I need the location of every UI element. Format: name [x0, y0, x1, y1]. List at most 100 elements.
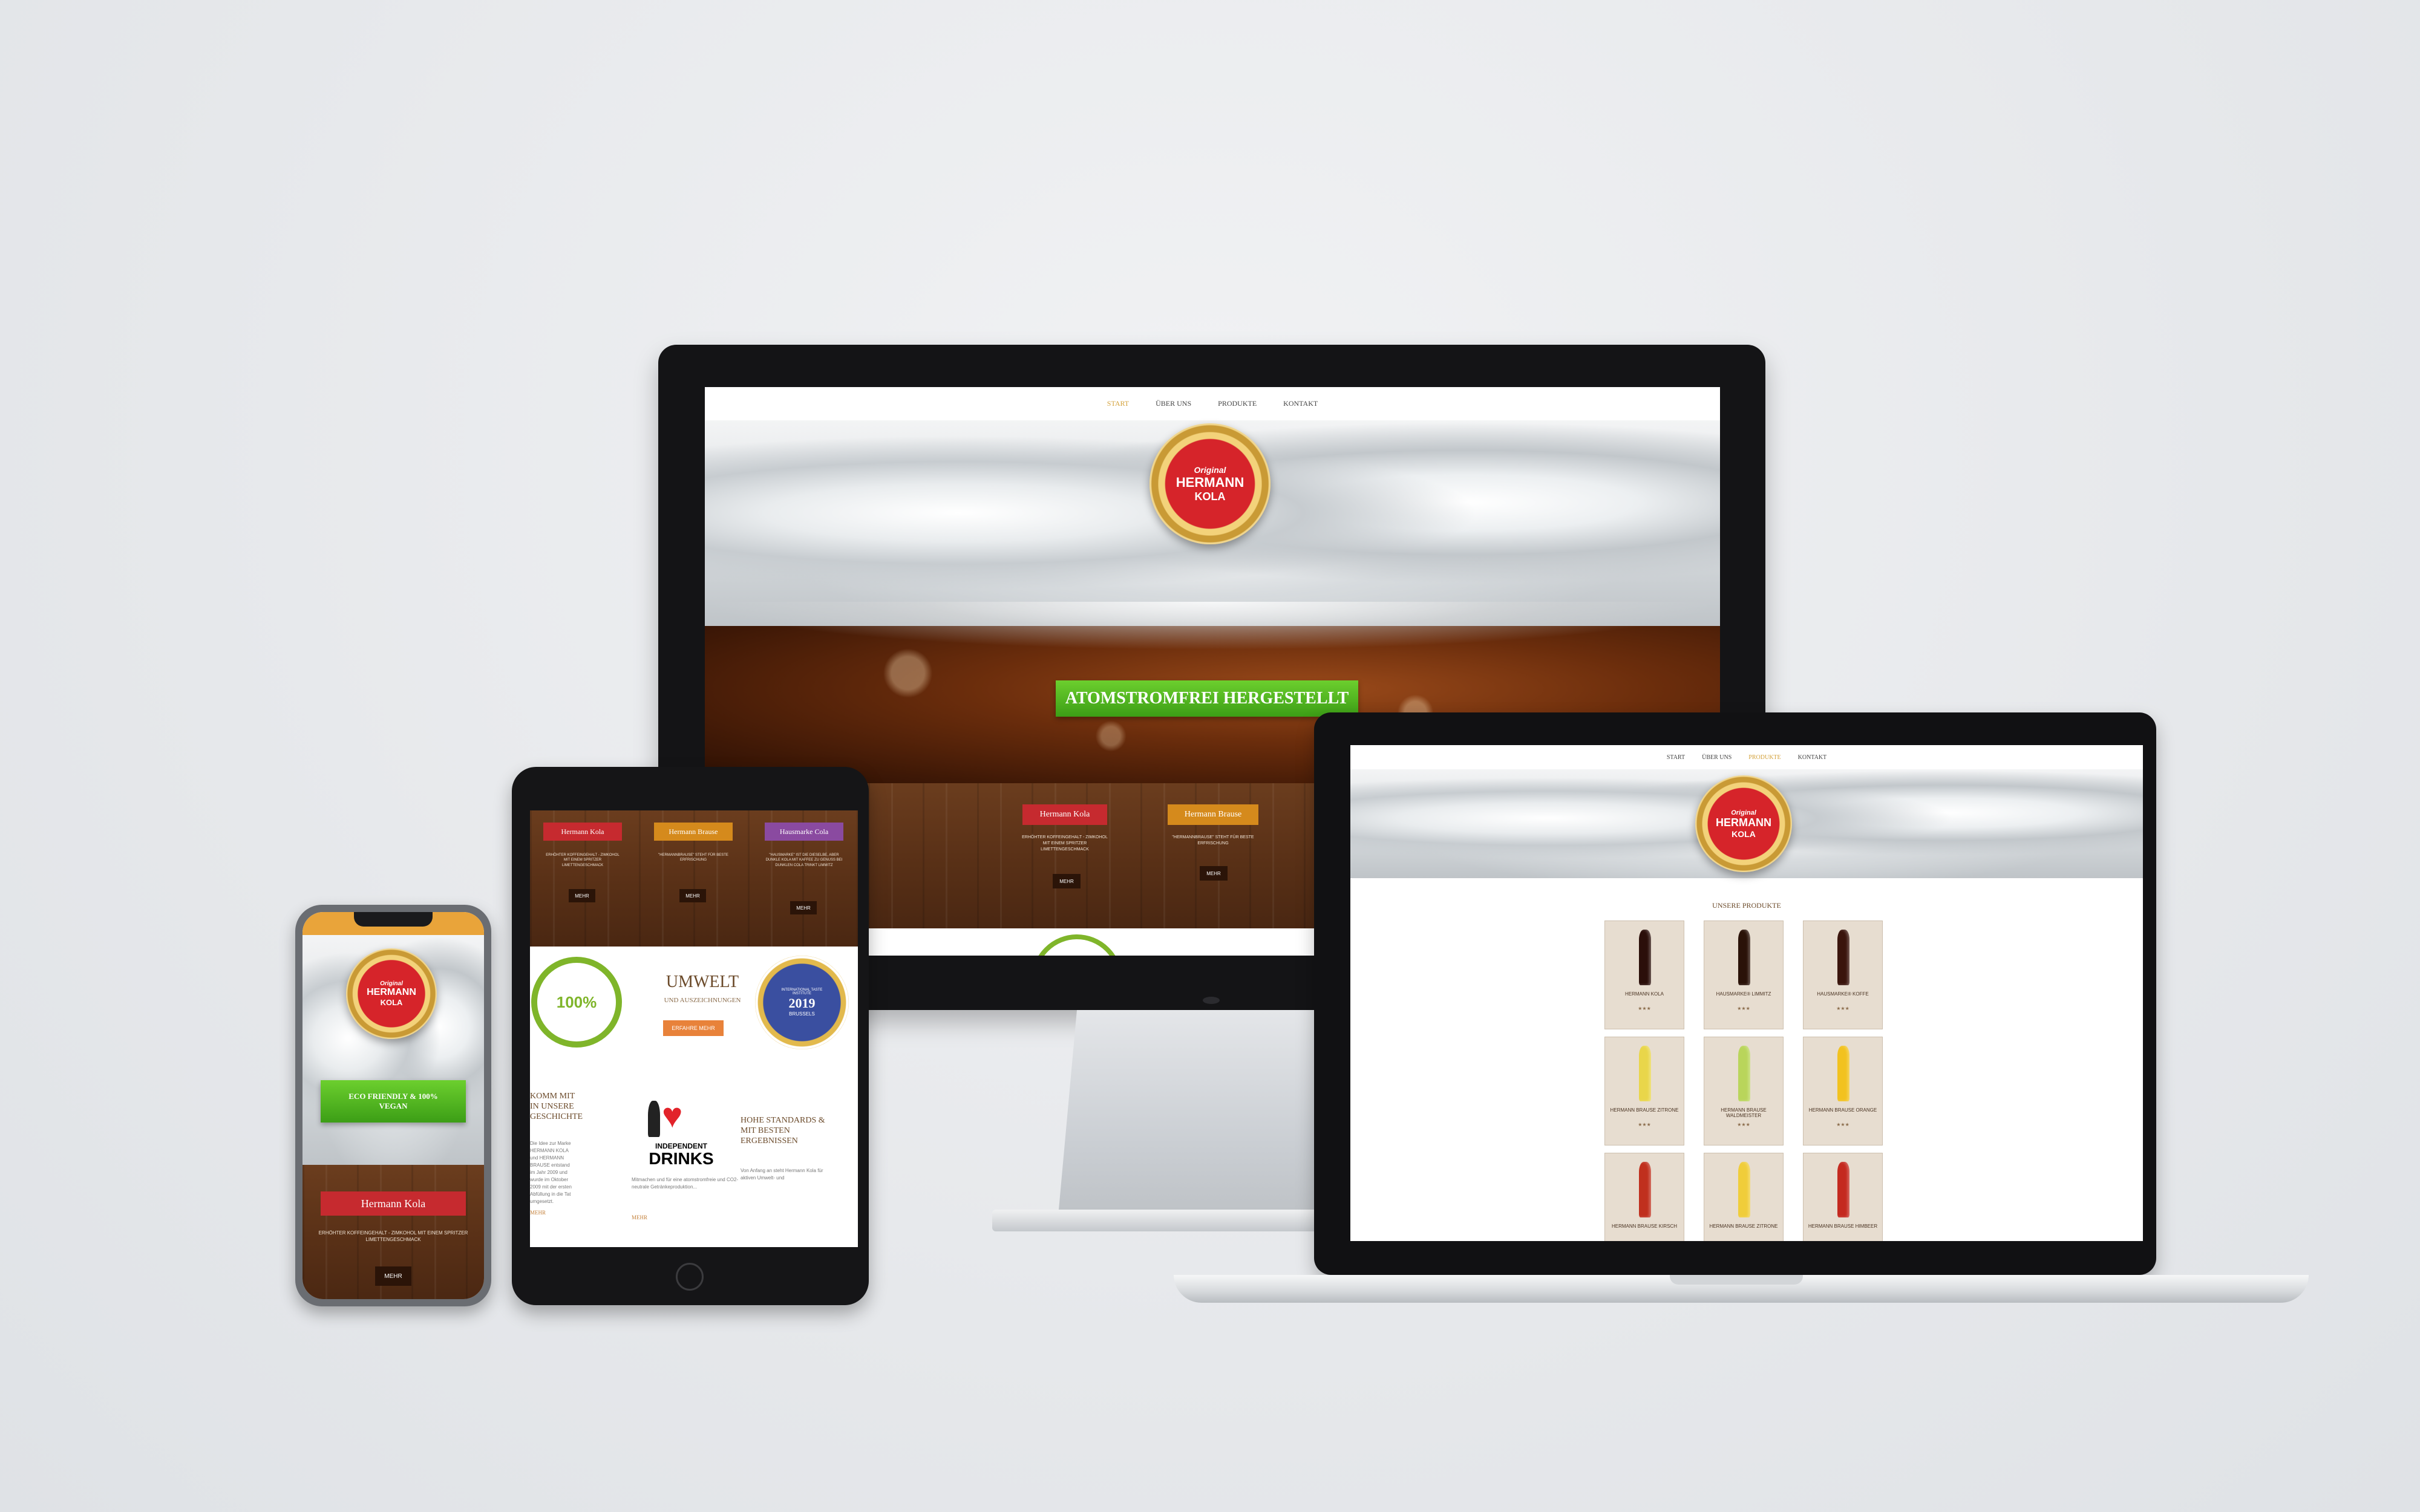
monitor-product-label-brause: Hermann Brause: [1168, 804, 1258, 825]
product-name: HERMANN BRAUSE ORANGE: [1808, 1107, 1877, 1113]
product-grid: HERMANN KOLA ★★★ HAUSMARKE® LIMMITZ ★★★ HAUS…: [1604, 921, 1889, 1241]
products-section-title: UNSERE PRODUKTE: [1712, 901, 1781, 910]
tablet-product-label: Hausmarke Cola: [765, 823, 843, 841]
indie-big-label: DRINKS: [649, 1149, 714, 1168]
tablet-more-button[interactable]: MEHR: [679, 889, 706, 902]
seal-top-text: INTERNATIONAL TASTE INSTITUTE: [781, 988, 823, 996]
nav-contact[interactable]: KONTAKT: [1798, 754, 1827, 761]
standards-text: Von Anfang an steht Hermann Kola für akt…: [741, 1168, 823, 1181]
monitor-product-text-kola: ERHÖHTER KOFFEINGEHALT - ZIMKOHOL MIT EI…: [1022, 835, 1108, 852]
taste-institute-seal: INTERNATIONAL TASTE INSTITUTE 2019 BRUSS…: [755, 956, 849, 1049]
product-name: HERMANN BRAUSE ZITRONE: [1610, 1107, 1679, 1113]
laptop-nav: START ÜBER UNS PRODUKTE KONTAKT: [1350, 745, 2143, 769]
phone-product-text: ERHÖHTER KOFFEINGEHALT - ZIMKOHOL MIT EI…: [318, 1230, 468, 1243]
nav-contact[interactable]: KONTAKT: [1283, 399, 1318, 408]
product-name: HERMANN BRAUSE HIMBEER: [1808, 1224, 1878, 1229]
tablet-more-button[interactable]: MEHR: [569, 889, 595, 902]
nav-start[interactable]: START: [1667, 754, 1685, 761]
product-card[interactable]: HERMANN KOLA ★★★: [1604, 921, 1684, 1029]
hermann-kola-logo[interactable]: Original HERMANN KOLA: [1150, 423, 1270, 544]
phone-product-label: Hermann Kola: [321, 1191, 466, 1216]
product-rating: ★★★: [1737, 1006, 1750, 1011]
hermann-kola-logo[interactable]: Original HERMANN KOLA: [346, 948, 437, 1039]
logo-main-text: HERMANN: [367, 987, 416, 997]
logo-sub-text: KOLA: [380, 998, 403, 1007]
logo-original-text: Original: [380, 980, 403, 987]
logo-original-text: Original: [1194, 464, 1226, 475]
monitor-camera-icon: [1203, 997, 1220, 1004]
monitor-more-button-kola[interactable]: MEHR: [1053, 874, 1081, 888]
product-card[interactable]: HERMANN BRAUSE WALDMEISTER ★★★: [1704, 1037, 1784, 1145]
indie-text: Mitmachen und für eine atomstromfreie un…: [632, 1177, 739, 1190]
umwelt-title: UMWELT: [666, 973, 739, 991]
product-card[interactable]: HERMANN BRAUSE HIMBEER: [1803, 1153, 1883, 1241]
nav-products[interactable]: PRODUKTE: [1218, 399, 1257, 408]
product-rating: ★★★: [1638, 1006, 1651, 1011]
bottle-icon: [1738, 1046, 1750, 1101]
label-text: Hermann Kola: [361, 1197, 426, 1210]
bottle-icon: [1639, 1162, 1651, 1217]
monitor-product-text-brause: "HERMANNBRAUSE" STEHT FÜR BESTE ERFRISCH…: [1172, 835, 1254, 846]
tablet-screen: 100% UMWELT UND AUSZEICHNUNGEN ERFAHRE M…: [530, 810, 858, 1247]
story-text: Die Idee zur Marke HERMANN KOLA und HERM…: [530, 1141, 572, 1204]
umwelt-button[interactable]: ERFAHRE MEHR: [663, 1020, 724, 1036]
eco-mark-text: 100%: [556, 992, 597, 1011]
hero-ribbon-text: ATOMSTROMFREI HERGESTELLT: [1065, 689, 1349, 708]
bottle-icon: [648, 1101, 660, 1137]
bottle-icon: [1738, 930, 1750, 985]
monitor-more-button-brause[interactable]: MEHR: [1200, 866, 1228, 881]
tablet-product-label: Hermann Kola: [543, 823, 622, 841]
logo-sub-text: KOLA: [1732, 829, 1756, 839]
product-rating: ★★★: [1836, 1122, 1849, 1127]
logo-original-text: Original: [1731, 809, 1756, 816]
product-name: HERMANN BRAUSE WALDMEISTER: [1721, 1107, 1767, 1118]
phone-ribbon: ECO FRIENDLY & 100% VEGAN: [321, 1080, 466, 1130]
nav-start[interactable]: START: [1107, 399, 1129, 408]
tablet-product-text: ERHÖHTER KOFFEINGEHALT - ZIMKOHOL MIT EI…: [546, 853, 620, 867]
indie-more-link[interactable]: MEHR: [632, 1214, 647, 1220]
phone-more-button[interactable]: MEHR: [375, 1266, 411, 1286]
tablet-product-text: "HERMANNBRAUSE" STEHT FÜR BESTE ERFRISCH…: [658, 853, 728, 862]
product-rating: ★★★: [1737, 1122, 1750, 1127]
product-name: HAUSMARKE® LIMMITZ: [1716, 991, 1771, 997]
product-rating: ★★★: [1638, 1122, 1651, 1127]
laptop-screen: START ÜBER UNS PRODUKTE KONTAKT Original…: [1350, 745, 2143, 1241]
logo-main-text: HERMANN: [1716, 816, 1771, 829]
eco-100-icon: 100%: [531, 957, 622, 1048]
nav-about[interactable]: ÜBER UNS: [1156, 399, 1191, 408]
hero-ribbon: ATOMSTROMFREI HERGESTELLT: [1056, 680, 1358, 723]
hermann-kola-logo[interactable]: Original HERMANN KOLA: [1695, 775, 1792, 872]
nav-products[interactable]: PRODUKTE: [1748, 754, 1781, 761]
label-text: Hermann Kola: [1039, 810, 1090, 819]
tablet-home-button[interactable]: [676, 1263, 704, 1291]
product-card[interactable]: HERMANN BRAUSE KIRSCH: [1604, 1153, 1684, 1241]
product-card[interactable]: HERMANN BRAUSE ZITRONE: [1704, 1153, 1784, 1241]
product-name: HAUSMARKE® KOFFE: [1817, 991, 1869, 997]
tablet-more-button[interactable]: MEHR: [790, 901, 817, 914]
seal-year-text: 2019: [788, 996, 816, 1011]
nav-about[interactable]: ÜBER UNS: [1702, 754, 1732, 761]
bottle-icon: [1837, 1046, 1849, 1101]
product-card[interactable]: HAUSMARKE® LIMMITZ ★★★: [1704, 921, 1784, 1029]
monitor-nav: START ÜBER UNS PRODUKTE KONTAKT: [705, 387, 1720, 420]
logo-sub-text: KOLA: [1194, 490, 1226, 503]
product-card[interactable]: HAUSMARKE® KOFFE ★★★: [1803, 921, 1883, 1029]
phone-notch: [354, 912, 433, 927]
logo-main-text: HERMANN: [1176, 474, 1244, 490]
product-name: HERMANN BRAUSE KIRSCH: [1611, 1224, 1677, 1229]
standards-title: HOHE STANDARDS & MIT BESTEN ERGEBNISSEN: [741, 1116, 825, 1145]
product-card[interactable]: HERMANN BRAUSE ZITRONE ★★★: [1604, 1037, 1684, 1145]
umwelt-subtitle: UND AUSZEICHNUNGEN: [664, 997, 741, 1004]
product-card[interactable]: HERMANN BRAUSE ORANGE ★★★: [1803, 1037, 1883, 1145]
heart-icon: ♥: [662, 1096, 683, 1135]
product-name: HERMANN KOLA: [1624, 991, 1664, 997]
phone-screen: Original HERMANN KOLA ECO FRIENDLY & 100…: [302, 912, 484, 1299]
monitor-product-label-kola: Hermann Kola: [1022, 804, 1107, 825]
label-text: Hermann Brause: [1184, 810, 1242, 819]
product-rating: ★★★: [1836, 1006, 1849, 1011]
bottle-icon: [1639, 1046, 1651, 1101]
bottle-icon: [1837, 930, 1849, 985]
bottle-icon: [1837, 1162, 1849, 1217]
tablet-product-label: Hermann Brause: [654, 823, 733, 841]
story-more-link[interactable]: MEHR: [530, 1210, 546, 1216]
